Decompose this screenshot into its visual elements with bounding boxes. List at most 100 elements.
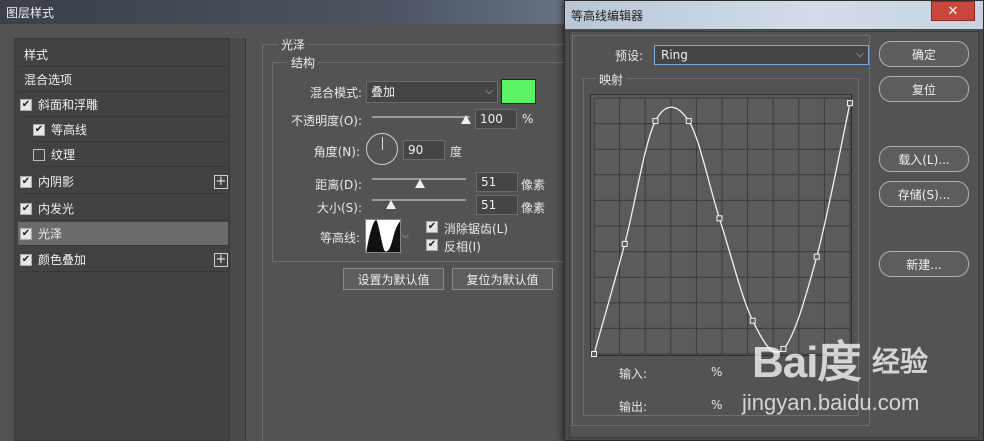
distance-unit: 像素: [521, 178, 546, 192]
preset-value: Ring: [661, 48, 688, 62]
size-value: 51: [481, 198, 497, 212]
bevel-emboss-checkbox[interactable]: ✔: [20, 98, 32, 111]
preset-label: 预设:: [615, 49, 644, 63]
style-list-label: 光泽: [38, 227, 63, 241]
curve-control-point[interactable]: [847, 100, 853, 107]
size-label: 大小(S):: [316, 201, 362, 215]
style-list-item-inner-shadow[interactable]: ✔ 内阴影 +: [20, 170, 228, 194]
contour-curve-editor[interactable]: [590, 94, 853, 357]
close-icon: ✕: [947, 3, 959, 19]
style-list-scrollbar[interactable]: [229, 38, 245, 441]
close-button[interactable]: ✕: [931, 1, 975, 21]
style-list-label: 斜面和浮雕: [38, 98, 99, 112]
opacity-input[interactable]: 100: [475, 109, 517, 129]
save-button[interactable]: 存储(S)...: [879, 181, 969, 207]
style-list-item-styles[interactable]: 样式: [18, 43, 228, 67]
curve-control-point[interactable]: [621, 240, 628, 247]
distance-slider-handle[interactable]: [414, 179, 425, 188]
curve-control-point[interactable]: [652, 118, 659, 125]
style-list-label: 混合选项: [24, 73, 73, 87]
angle-value: 90: [408, 143, 424, 157]
blend-mode-label: 混合模式:: [309, 86, 362, 100]
invert-checkbox[interactable]: ✔: [426, 239, 438, 251]
preset-select[interactable]: Ring ⌵: [654, 45, 869, 65]
distance-input[interactable]: 51: [476, 172, 518, 192]
contour-thumbnail[interactable]: [365, 219, 401, 253]
contour-editor-title: 等高线编辑器: [571, 9, 644, 23]
style-list-item-blending-options[interactable]: 混合选项: [18, 68, 228, 92]
color-overlay-checkbox[interactable]: ✔: [20, 253, 32, 266]
output-label: 输出:: [619, 400, 648, 414]
antialias-label: 消除锯齿(L): [444, 222, 509, 236]
style-list-label: 内阴影: [38, 175, 75, 189]
contour-thumbnail-graphic: [366, 220, 400, 252]
contour-checkbox[interactable]: ✔: [33, 123, 45, 136]
contour-label: 等高线:: [319, 231, 360, 245]
reset-button[interactable]: 复位: [879, 76, 969, 102]
style-list-item-texture[interactable]: 纹理: [33, 143, 228, 167]
style-list-label: 等高线: [51, 123, 88, 137]
angle-dial-needle: [382, 137, 383, 150]
angle-input[interactable]: 90: [403, 140, 445, 160]
size-slider-handle[interactable]: [385, 200, 396, 209]
curve-control-point[interactable]: [780, 345, 787, 352]
style-list-item-contour[interactable]: ✔ 等高线: [33, 118, 228, 142]
size-unit: 像素: [521, 201, 546, 215]
input-unit: %: [711, 365, 723, 379]
style-list-item-color-overlay[interactable]: ✔ 颜色叠加 +: [20, 248, 228, 272]
curve-control-point[interactable]: [591, 351, 597, 357]
satin-section-title: 光泽: [278, 36, 309, 53]
blend-color-swatch[interactable]: [501, 79, 536, 104]
angle-unit: 度: [450, 145, 463, 159]
new-button[interactable]: 新建...: [879, 251, 969, 277]
opacity-slider-handle[interactable]: [461, 115, 471, 124]
reset-to-default-button[interactable]: 复位为默认值: [452, 268, 553, 290]
texture-checkbox[interactable]: [33, 148, 45, 161]
style-list-label: 纹理: [51, 148, 76, 162]
angle-label: 角度(N):: [313, 145, 360, 159]
contour-editor-main-group: 预设: Ring ⌵ 映射 输入: % 输出: %: [572, 35, 870, 426]
curve-control-point[interactable]: [685, 118, 692, 125]
blend-mode-value: 叠加: [371, 85, 396, 99]
contour-editor-titlebar[interactable]: 等高线编辑器 ✕: [565, 1, 983, 29]
structure-title: 结构: [288, 54, 319, 71]
angle-dial[interactable]: [366, 133, 398, 165]
style-list-item-inner-glow[interactable]: ✔ 内发光: [20, 197, 228, 221]
output-unit: %: [711, 398, 723, 412]
contour-editor-body: 预设: Ring ⌵ 映射 输入: % 输出: % 确定 复位 载入(L)...…: [569, 31, 979, 438]
curve-control-point[interactable]: [716, 215, 723, 222]
opacity-slider-track[interactable]: [372, 116, 470, 118]
add-color-overlay-icon[interactable]: +: [214, 252, 228, 267]
curve-control-point[interactable]: [749, 317, 756, 324]
curve-control-point[interactable]: [813, 253, 820, 260]
input-label: 输入:: [619, 367, 648, 381]
ok-button[interactable]: 确定: [879, 41, 969, 67]
load-button[interactable]: 载入(L)...: [879, 146, 969, 172]
style-list-label: 颜色叠加: [38, 253, 87, 267]
contour-curve-graph[interactable]: [591, 95, 853, 357]
contour-editor-dialog: 等高线编辑器 ✕ 预设: Ring ⌵ 映射 输入: % 输出: % 确定 复位…: [564, 0, 984, 441]
size-input[interactable]: 51: [476, 195, 518, 215]
mapping-title: 映射: [596, 71, 627, 88]
chevron-down-icon: ⌵: [485, 86, 493, 97]
style-list-panel: 样式 混合选项 ✔ 斜面和浮雕 ✔ 等高线 纹理 ✔ 内阴影 + ✔ 内发光 ✔…: [14, 38, 246, 441]
style-list-label: 样式: [24, 48, 49, 62]
add-inner-shadow-icon[interactable]: +: [214, 174, 228, 189]
antialias-checkbox[interactable]: ✔: [426, 221, 438, 233]
inner-glow-checkbox[interactable]: ✔: [20, 202, 32, 215]
opacity-unit: %: [522, 112, 534, 126]
distance-label: 距离(D):: [315, 178, 362, 192]
make-default-button[interactable]: 设置为默认值: [343, 268, 444, 290]
inner-shadow-checkbox[interactable]: ✔: [20, 175, 32, 188]
chevron-down-icon: ⌵: [856, 49, 864, 60]
style-list-item-satin[interactable]: ✔ 光泽: [18, 222, 228, 246]
layer-style-title: 图层样式: [6, 6, 55, 20]
distance-value: 51: [481, 175, 497, 189]
satin-checkbox[interactable]: ✔: [20, 227, 32, 240]
opacity-label: 不透明度(O):: [291, 114, 362, 128]
invert-label: 反相(I): [444, 240, 481, 254]
contour-dropdown-icon[interactable]: ⌵: [402, 231, 409, 241]
style-list-item-bevel-emboss[interactable]: ✔ 斜面和浮雕: [20, 93, 230, 117]
blend-mode-select[interactable]: 叠加 ⌵: [366, 81, 498, 103]
style-list-label: 内发光: [38, 202, 75, 216]
